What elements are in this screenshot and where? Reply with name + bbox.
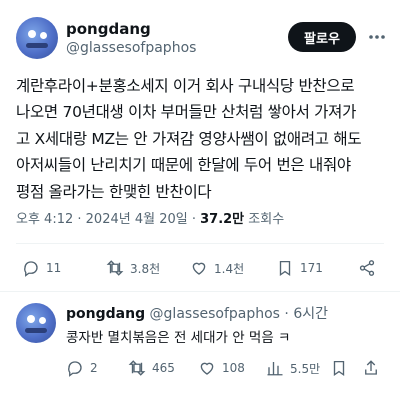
heart-icon — [192, 262, 206, 275]
view-count: 37.2만 — [200, 212, 245, 227]
display-name[interactable]: pongdang — [66, 20, 151, 38]
post-text: 계란후라이+분홍소세지 이거 회사 구내식당 반찬으로 나오면 70년대생 이차… — [16, 77, 362, 201]
post-time[interactable]: 오후 4:12 — [16, 212, 73, 227]
reply-count: 2 — [90, 361, 98, 375]
like-button[interactable]: 1.4천 — [190, 259, 244, 277]
views-icon — [267, 362, 283, 376]
like-button[interactable]: 108 — [198, 359, 245, 377]
meta-separator: · — [187, 212, 201, 227]
user-handle[interactable]: @glassesofpaphos — [150, 306, 280, 322]
display-name[interactable]: pongdang — [66, 306, 145, 322]
share-button[interactable] — [358, 259, 376, 277]
reply-text: 콩자반 멸치볶음은 전 세대가 안 먹음 ㅋ — [66, 330, 291, 346]
repost-button[interactable]: 465 — [128, 359, 175, 377]
reply-button[interactable]: 11 — [22, 259, 61, 277]
view-count-label: 조회수 — [244, 212, 285, 227]
like-count: 108 — [222, 361, 245, 375]
post-time-ago[interactable]: 6시간 — [293, 306, 328, 322]
share-button[interactable] — [362, 359, 380, 377]
meta-separator: · — [73, 212, 86, 227]
post-date[interactable]: 2024년 4월 20일 — [86, 212, 188, 227]
reply-icon — [68, 361, 82, 377]
more-icon — [369, 35, 385, 39]
bookmark-button[interactable] — [330, 359, 348, 377]
views-count: 5.5만 — [290, 361, 321, 376]
share-icon — [359, 260, 375, 276]
meta-separator: · — [279, 306, 294, 322]
repost-count: 3.8천 — [130, 261, 161, 276]
reply-button[interactable]: 2 — [66, 359, 98, 377]
more-options-button[interactable] — [367, 27, 387, 47]
bookmark-icon — [333, 360, 345, 377]
heart-icon — [200, 362, 214, 375]
views-button[interactable]: 5.5만 — [266, 359, 320, 377]
bookmark-count: 171 — [300, 261, 323, 275]
divider — [16, 243, 384, 244]
reply-count: 11 — [46, 261, 62, 275]
repost-count: 465 — [152, 361, 175, 375]
user-handle[interactable]: @glassesofpaphos — [66, 40, 196, 56]
reply-header: pongdang @glassesofpaphos · 6시간 — [66, 303, 328, 323]
like-count: 1.4천 — [214, 261, 245, 276]
post-separator — [0, 291, 400, 292]
follow-button[interactable]: 팔로우 — [288, 22, 356, 52]
post-meta: 오후 4:12 · 2024년 4월 20일 · 37.2만 조회수 — [16, 208, 284, 227]
bookmark-icon — [279, 260, 291, 277]
avatar[interactable] — [16, 303, 56, 343]
bookmark-button[interactable]: 171 — [276, 259, 323, 277]
main-post: pongdang @glassesofpaphos 팔로우 계란후라이+분홍소세… — [0, 0, 400, 290]
avatar[interactable] — [16, 17, 58, 59]
reply-icon — [24, 261, 38, 277]
follow-button-label: 팔로우 — [304, 31, 340, 47]
share-icon — [365, 360, 377, 375]
repost-button[interactable]: 3.8천 — [106, 259, 160, 277]
repost-icon — [106, 260, 124, 276]
repost-icon — [128, 360, 146, 376]
